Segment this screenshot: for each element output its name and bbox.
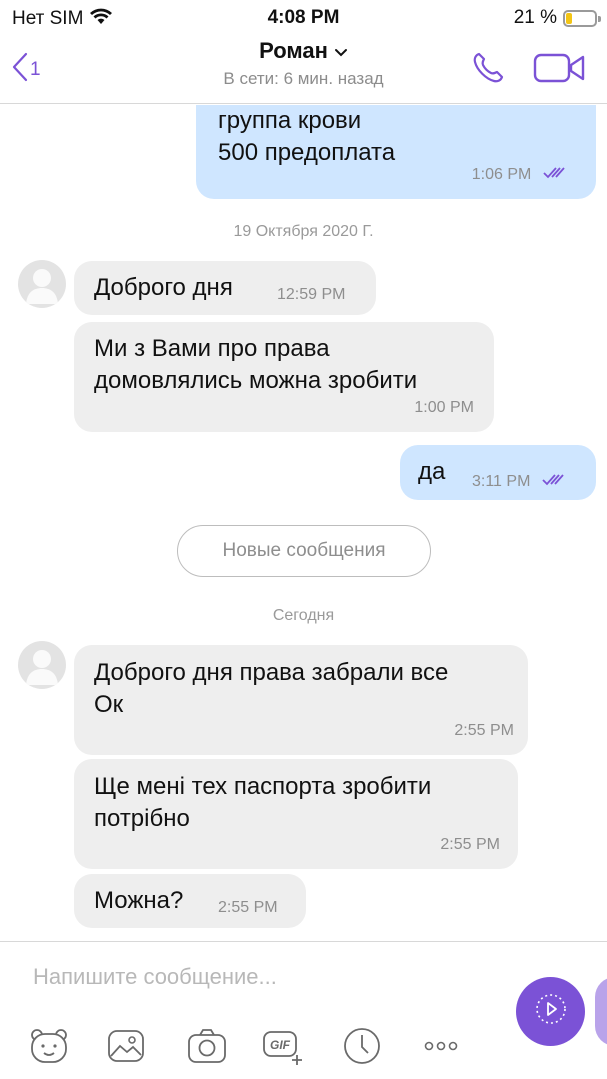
chat-header: 1 Роман В сети: 6 мин. назад (0, 34, 607, 104)
message-text: да (418, 458, 446, 485)
message-time: 12:59 PM (277, 286, 346, 303)
phone-icon (470, 52, 506, 90)
message-time: 2:55 PM (440, 836, 500, 853)
sticker-icon[interactable] (28, 1026, 70, 1066)
read-ticks-icon (542, 157, 568, 189)
gallery-icon[interactable] (105, 1026, 147, 1066)
contact-name: Роман (259, 38, 328, 63)
secondary-action-button[interactable] (595, 977, 607, 1046)
message-text: Ок (94, 691, 124, 718)
gif-icon[interactable]: GIF (262, 1026, 304, 1066)
video-icon (533, 53, 587, 89)
message-incoming[interactable]: Можна? 2:55 PM (74, 874, 306, 928)
chevron-down-icon (334, 38, 348, 64)
message-time: 2:55 PM (454, 722, 514, 739)
message-outgoing[interactable]: да 3:11 PM (400, 445, 596, 500)
battery-icon (563, 9, 601, 27)
composer: Напишите сообщение... GIF (0, 941, 607, 1079)
more-icon[interactable] (420, 1026, 462, 1066)
message-text: Доброго дня права забрали все (94, 659, 449, 686)
send-button[interactable] (516, 977, 585, 1046)
message-text: потрібно (94, 805, 190, 832)
status-bar: Нет SIM 4:08 PM 21 % (0, 0, 607, 34)
message-list[interactable]: группа крови 500 предоплата 1:06 PM 19 О… (0, 105, 607, 941)
message-time: 3:11 PM (472, 473, 531, 490)
video-call-button[interactable] (533, 51, 587, 90)
message-meta: 3:11 PM (472, 463, 567, 498)
message-text: Ще мені тех паспорта зробити (94, 773, 432, 800)
battery-tip (598, 15, 601, 22)
send-icon (534, 992, 568, 1031)
contact-info[interactable]: Роман В сети: 6 мин. назад (0, 38, 607, 89)
svg-text:GIF: GIF (270, 1038, 291, 1052)
contact-status: В сети: 6 мин. назад (223, 69, 384, 88)
message-text: группа крови (218, 107, 362, 134)
message-time: 1:00 PM (414, 399, 474, 416)
avatar[interactable] (18, 641, 66, 689)
message-time: 1:06 PM (471, 166, 532, 183)
message-meta: 1:06 PM (472, 156, 568, 191)
message-text: Доброго дня (94, 274, 233, 301)
camera-icon[interactable] (186, 1026, 228, 1066)
call-button[interactable] (470, 50, 506, 91)
battery-fill (566, 12, 572, 24)
contact-name-row: Роман (259, 38, 348, 64)
battery-percent: 21 % (513, 7, 557, 28)
status-right: 21 % (513, 7, 601, 29)
avatar[interactable] (18, 260, 66, 308)
message-incoming[interactable]: Ми з Вами про права домовлялись можна зр… (74, 322, 494, 432)
message-text: Ми з Вами про права (94, 335, 330, 362)
new-messages-divider: Новые сообщения (177, 525, 431, 577)
message-input[interactable]: Напишите сообщение... (33, 964, 277, 990)
message-outgoing[interactable]: группа крови 500 предоплата 1:06 PM (196, 105, 596, 199)
message-incoming[interactable]: Доброго дня права забрали все Ок 2:55 PM (74, 645, 528, 755)
message-incoming[interactable]: Доброго дня 12:59 PM (74, 261, 376, 315)
message-time: 2:55 PM (218, 899, 278, 916)
read-ticks-icon (541, 464, 567, 496)
date-separator: 19 Октября 2020 Г. (233, 223, 374, 240)
date-separator: Сегодня (272, 607, 335, 624)
timer-icon[interactable] (341, 1026, 383, 1066)
message-incoming[interactable]: Ще мені тех паспорта зробити потрібно 2:… (74, 759, 518, 869)
message-text: Можна? (94, 887, 184, 914)
